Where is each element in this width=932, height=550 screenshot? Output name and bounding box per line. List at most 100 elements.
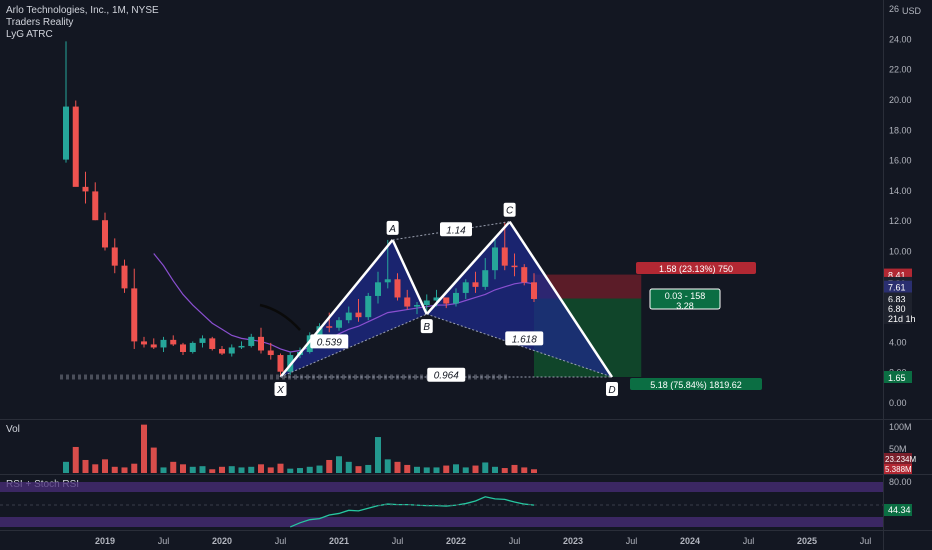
candle-body: [131, 288, 138, 342]
candle-body: [404, 297, 411, 307]
pattern-point-x: X: [274, 382, 287, 397]
candle-body: [511, 265, 518, 268]
volume-bar: [160, 467, 167, 473]
time-tick-label: 2023: [563, 536, 583, 546]
take-profit-label: 5.18 (75.84%) 1819.62: [630, 378, 762, 390]
price-tick-label: 16.00: [889, 156, 912, 166]
point-label-text: X: [276, 385, 284, 396]
candle-body: [375, 282, 381, 296]
candle-body: [189, 342, 196, 353]
volume-tick-label: 100M: [889, 422, 912, 432]
volume-bar: [92, 464, 99, 473]
price-tick-label: 0.00: [889, 398, 907, 408]
volume-bar: [482, 462, 489, 473]
volume-bar: [199, 466, 206, 473]
volume-value-tag: 5.388M: [885, 465, 912, 474]
volume-bar: [209, 469, 216, 473]
take-profit-label-text: 5.18 (75.84%) 1819.62: [650, 380, 742, 390]
volume-bar: [453, 464, 459, 473]
candle-body: [180, 344, 186, 353]
candle-body: [521, 267, 528, 283]
volume-bar: [267, 467, 274, 473]
volume-tick-label: 50M: [889, 444, 907, 454]
point-label-text: A: [388, 224, 396, 235]
volume-bar: [297, 468, 303, 473]
ratio-label: 0.539: [310, 334, 349, 349]
volume-bar: [462, 467, 469, 473]
volume-bar: [141, 424, 147, 473]
volume-bar: [326, 459, 333, 473]
candle-body: [72, 106, 79, 187]
pattern-point-b: B: [420, 319, 433, 334]
time-tick-label: 2025: [797, 536, 817, 546]
volume-bar: [472, 465, 479, 473]
price-chart[interactable]: X A B C D 0.539 1.14 1.618 0.964 1.58 (23.13%) 75…: [0, 0, 932, 550]
volume-bar: [238, 467, 245, 473]
candle-body: [355, 312, 362, 318]
candle-body: [170, 339, 177, 345]
price-tick-label: 14.00: [889, 186, 912, 196]
rsi-oversold-band: [0, 517, 883, 527]
volume-bar: [72, 446, 79, 473]
volume-bar: [219, 466, 225, 473]
volume-bar: [82, 459, 89, 473]
time-tick-label: 2020: [212, 536, 232, 546]
pattern-xab-fill: [280, 239, 427, 378]
volume-bar: [531, 469, 537, 473]
risk-reward-label: 0.03 - 1583.28: [649, 288, 721, 311]
volume-bar: [384, 459, 391, 473]
candle-body: [141, 341, 147, 345]
volume-bar: [355, 466, 362, 473]
candle-body: [111, 247, 118, 266]
candle-body: [150, 344, 157, 348]
candle-body: [472, 282, 479, 287]
volume-value-tag: 23.234M: [885, 455, 916, 464]
time-tick-label: Jul: [275, 536, 287, 546]
price-tick-label: 10.00: [889, 247, 912, 257]
volume-bar: [306, 466, 313, 473]
volume-bar: [375, 437, 381, 473]
volume-bar: [394, 461, 401, 473]
price-axis-tag: 1.65: [888, 373, 906, 383]
candle-body: [160, 339, 167, 348]
pattern-point-a: A: [386, 220, 399, 235]
volume-bar: [492, 466, 498, 473]
candle-body: [443, 297, 450, 304]
candle-body: [531, 282, 537, 299]
candle-body: [384, 279, 391, 283]
volume-bar: [277, 463, 284, 473]
pattern-point-d: D: [606, 382, 618, 397]
volume-bar: [287, 468, 294, 473]
candle-body: [423, 300, 430, 306]
price-tick-label: 20.00: [889, 95, 912, 105]
volume-bar: [180, 464, 186, 473]
volume-bar: [336, 456, 342, 473]
candle-body: [453, 292, 459, 304]
candle-body: [277, 355, 284, 372]
candle-body: [102, 220, 108, 248]
ratio-label-text: 1.14: [446, 225, 466, 236]
volume-bar: [131, 463, 138, 473]
volume-bar: [316, 465, 323, 473]
point-label-text: C: [506, 206, 514, 217]
risk-reward-label-text: 3.28: [676, 301, 694, 311]
candle-body: [482, 270, 489, 287]
volume-bar: [365, 464, 372, 473]
volume-bar: [404, 464, 411, 473]
candle-body: [394, 279, 401, 298]
volume-bar: [258, 464, 264, 473]
candle-body: [462, 282, 469, 293]
ratio-label: 1.618: [505, 331, 544, 346]
volume-bar: [423, 467, 430, 473]
candle-body: [414, 305, 420, 307]
price-tick-label: 22.00: [889, 65, 912, 75]
candle-body: [121, 265, 128, 289]
rsi-value-tag: 44.34: [888, 505, 911, 515]
time-tick-label: Jul: [743, 536, 755, 546]
point-label-text: B: [423, 322, 430, 333]
volume-bar: [521, 467, 528, 473]
stop-loss-label-text: 1.58 (23.13%) 750: [659, 264, 733, 274]
currency-label: USD: [902, 6, 922, 16]
time-tick-label: 2019: [95, 536, 115, 546]
volume-bar: [111, 466, 118, 473]
